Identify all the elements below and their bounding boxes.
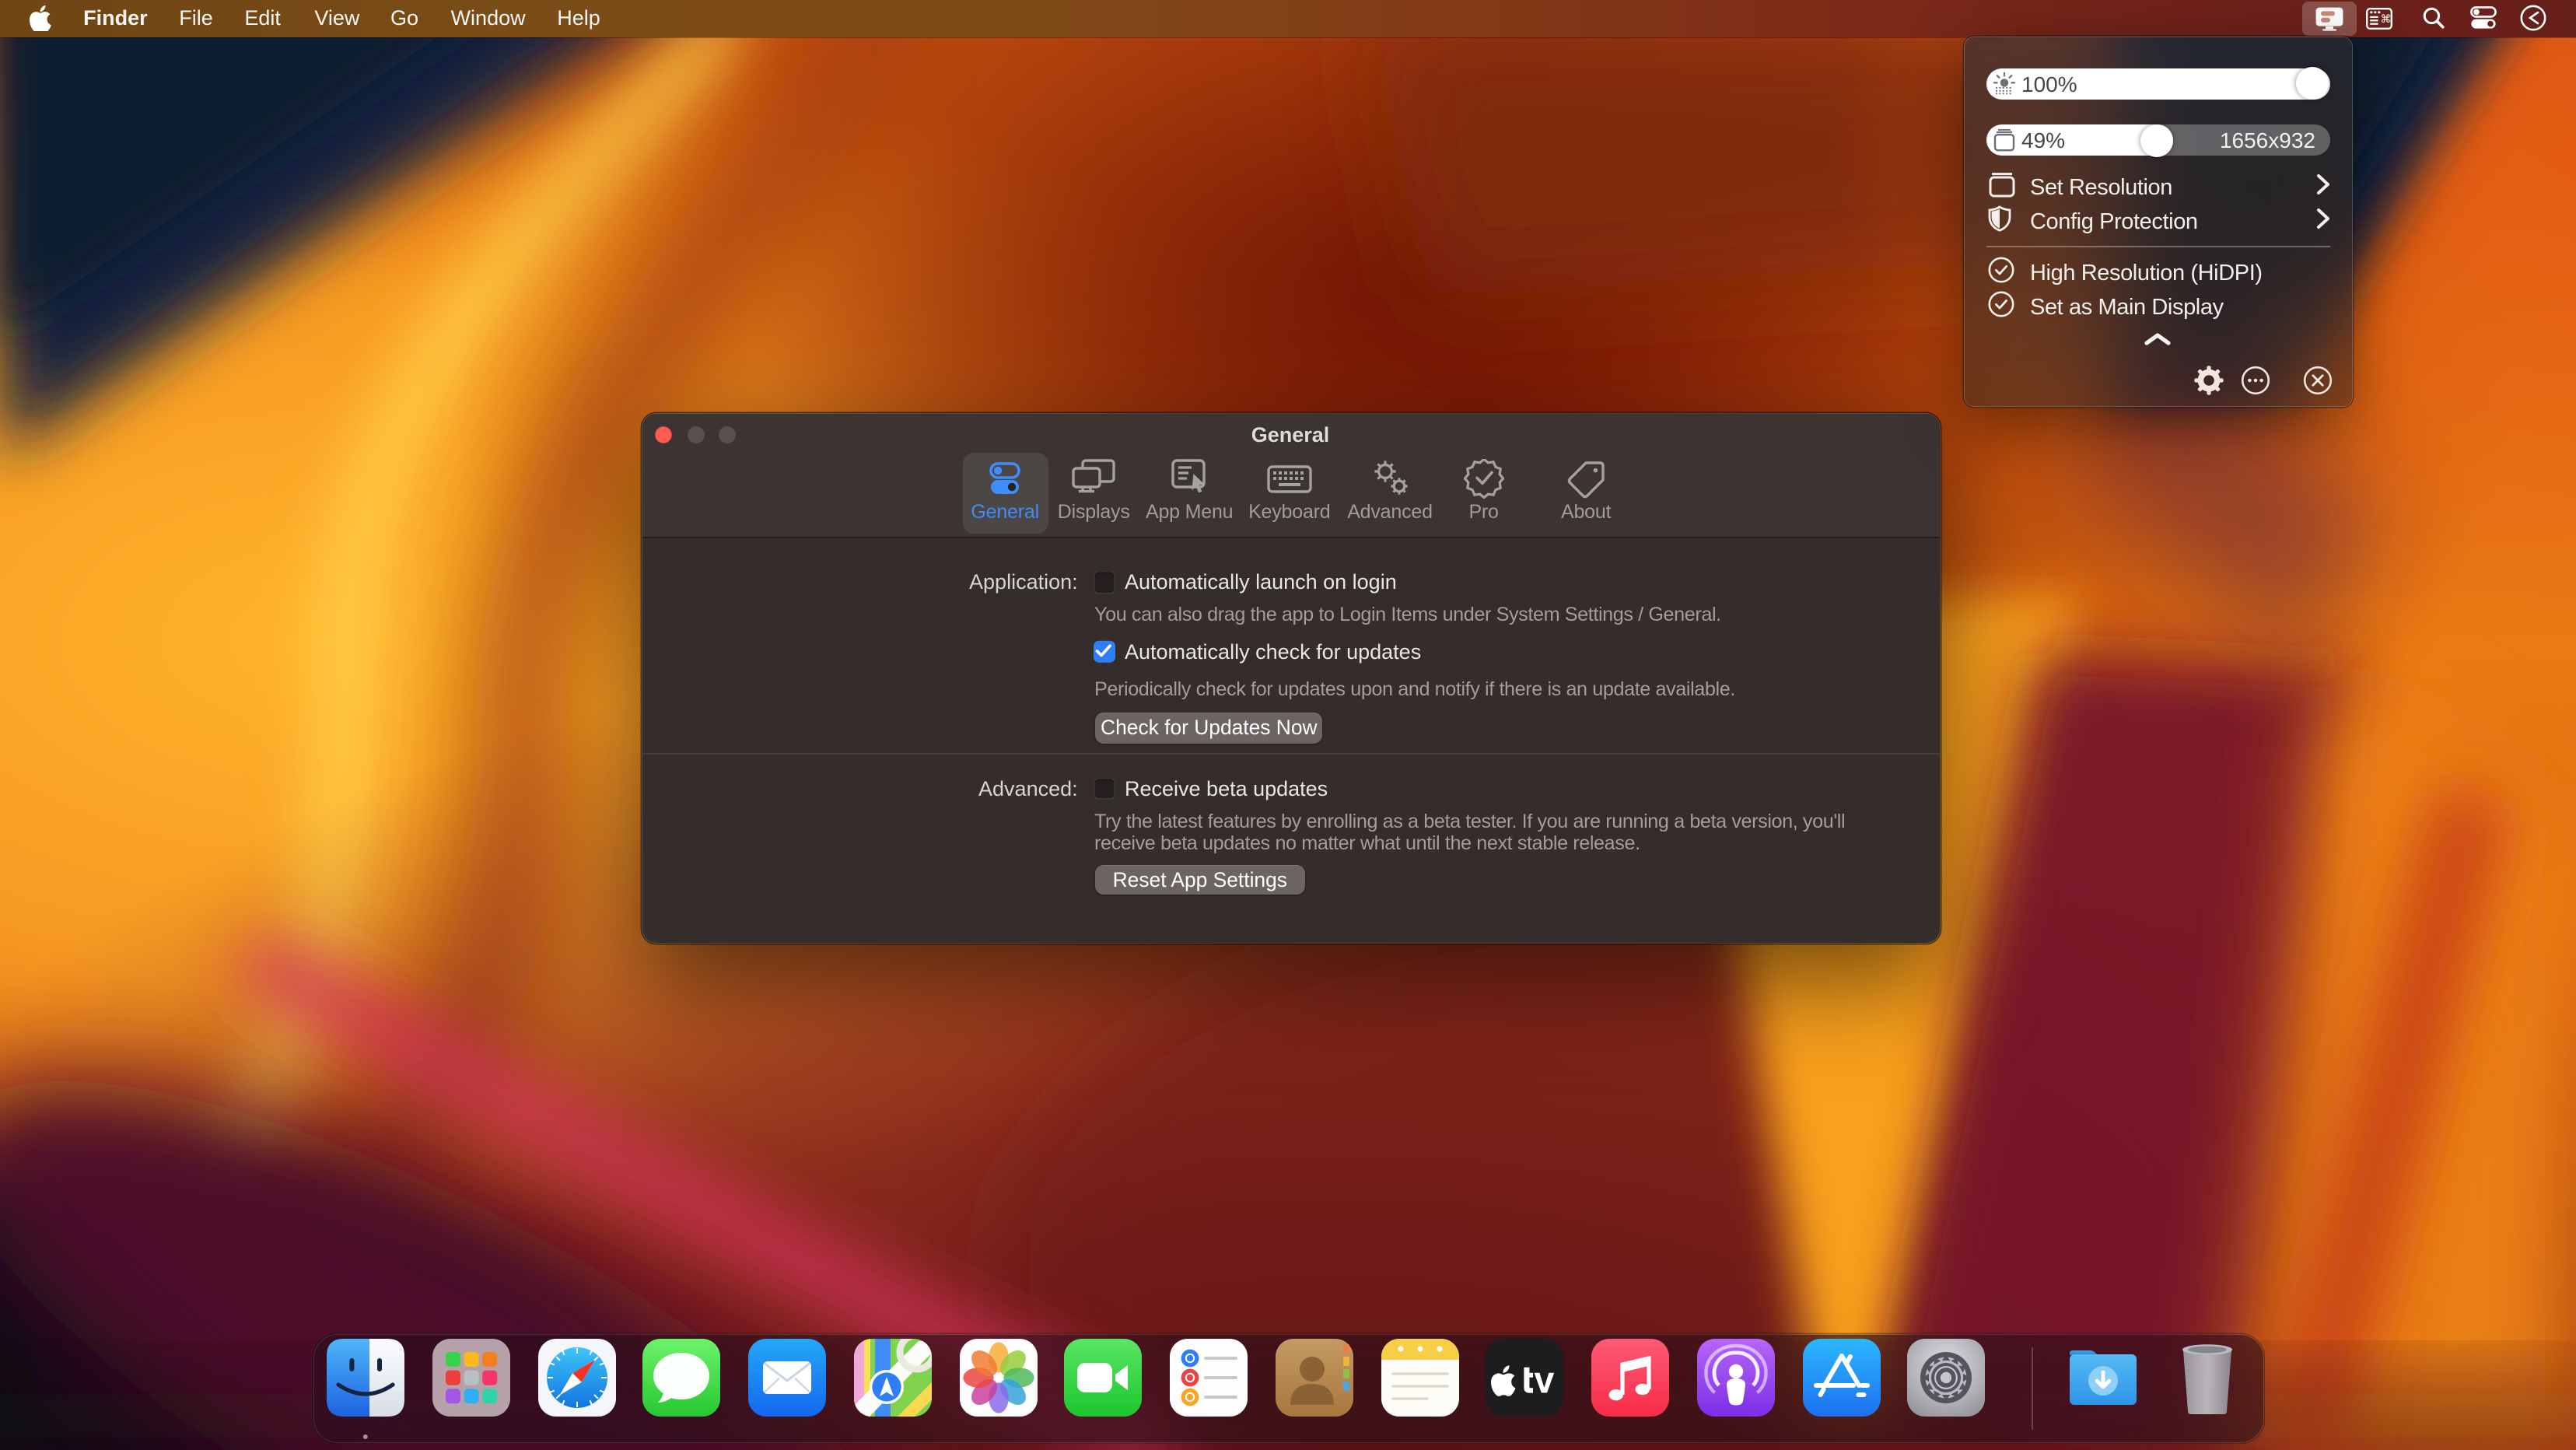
svg-text:⌘: ⌘ [2381, 12, 2392, 25]
